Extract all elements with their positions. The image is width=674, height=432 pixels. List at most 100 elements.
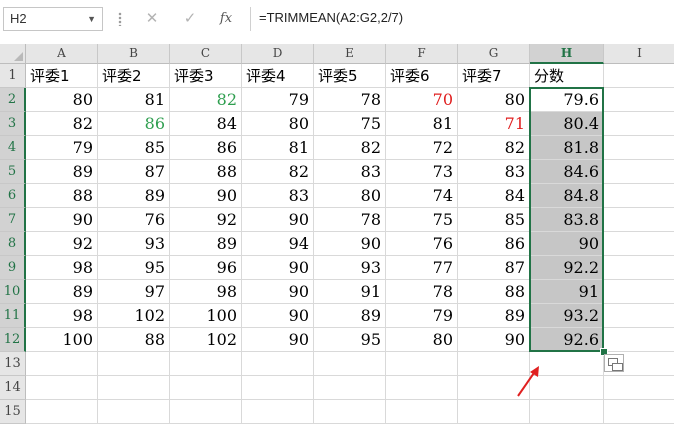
cell-d7[interactable]: 90: [242, 208, 314, 232]
cell-i1[interactable]: [604, 64, 674, 88]
cell-c8[interactable]: 89: [170, 232, 242, 256]
cell-f2[interactable]: 70: [386, 88, 458, 112]
cell-d3[interactable]: 80: [242, 112, 314, 136]
cell-c2[interactable]: 82: [170, 88, 242, 112]
cell-b5[interactable]: 87: [98, 160, 170, 184]
cell-e8[interactable]: 90: [314, 232, 386, 256]
cell-d11[interactable]: 90: [242, 304, 314, 328]
cell-i7[interactable]: [604, 208, 674, 232]
cell-d2[interactable]: 79: [242, 88, 314, 112]
cell-c12[interactable]: 102: [170, 328, 242, 352]
cell-i12[interactable]: [604, 328, 674, 352]
cell-b3[interactable]: 86: [98, 112, 170, 136]
cell-f12[interactable]: 80: [386, 328, 458, 352]
column-header-h[interactable]: H: [530, 44, 604, 64]
cell-d8[interactable]: 94: [242, 232, 314, 256]
cell-e9[interactable]: 93: [314, 256, 386, 280]
cell-h8[interactable]: 90: [530, 232, 604, 256]
cell-e11[interactable]: 89: [314, 304, 386, 328]
row-header-15[interactable]: 15: [0, 400, 26, 424]
cell-h12[interactable]: 92.6: [530, 328, 604, 352]
cell-b10[interactable]: 97: [98, 280, 170, 304]
cell-e13[interactable]: [314, 352, 386, 376]
cell-g4[interactable]: 82: [458, 136, 530, 160]
column-header-a[interactable]: A: [26, 44, 98, 64]
cell-c4[interactable]: 86: [170, 136, 242, 160]
cell-b13[interactable]: [98, 352, 170, 376]
cell-d12[interactable]: 90: [242, 328, 314, 352]
cell-f9[interactable]: 77: [386, 256, 458, 280]
cell-i4[interactable]: [604, 136, 674, 160]
cell-b9[interactable]: 95: [98, 256, 170, 280]
column-header-d[interactable]: D: [242, 44, 314, 64]
cell-f13[interactable]: [386, 352, 458, 376]
cell-g2[interactable]: 80: [458, 88, 530, 112]
cell-i9[interactable]: [604, 256, 674, 280]
cell-c13[interactable]: [170, 352, 242, 376]
column-header-f[interactable]: F: [386, 44, 458, 64]
cell-g8[interactable]: 86: [458, 232, 530, 256]
row-header-9[interactable]: 9: [0, 256, 26, 280]
cell-h10[interactable]: 91: [530, 280, 604, 304]
cell-g7[interactable]: 85: [458, 208, 530, 232]
cell-f1[interactable]: 评委6: [386, 64, 458, 88]
cell-f10[interactable]: 78: [386, 280, 458, 304]
cell-b7[interactable]: 76: [98, 208, 170, 232]
cell-c6[interactable]: 90: [170, 184, 242, 208]
cell-b12[interactable]: 88: [98, 328, 170, 352]
row-header-11[interactable]: 11: [0, 304, 26, 328]
cell-a10[interactable]: 89: [26, 280, 98, 304]
cell-b15[interactable]: [98, 400, 170, 424]
row-header-1[interactable]: 1: [0, 64, 26, 88]
cell-i8[interactable]: [604, 232, 674, 256]
row-header-2[interactable]: 2: [0, 88, 26, 112]
cell-i5[interactable]: [604, 160, 674, 184]
cell-f5[interactable]: 73: [386, 160, 458, 184]
quick-analysis-icon[interactable]: [604, 354, 624, 372]
cell-b2[interactable]: 81: [98, 88, 170, 112]
cell-f4[interactable]: 72: [386, 136, 458, 160]
cell-a2[interactable]: 80: [26, 88, 98, 112]
row-header-6[interactable]: 6: [0, 184, 26, 208]
cell-e14[interactable]: [314, 376, 386, 400]
cancel-icon[interactable]: ✕: [138, 8, 166, 30]
cell-e7[interactable]: 78: [314, 208, 386, 232]
cell-d4[interactable]: 81: [242, 136, 314, 160]
check-icon[interactable]: ✓: [176, 8, 204, 30]
cell-c3[interactable]: 84: [170, 112, 242, 136]
cell-h9[interactable]: 92.2: [530, 256, 604, 280]
cell-d6[interactable]: 83: [242, 184, 314, 208]
cell-i14[interactable]: [604, 376, 674, 400]
cell-h4[interactable]: 81.8: [530, 136, 604, 160]
cell-b4[interactable]: 85: [98, 136, 170, 160]
cell-c10[interactable]: 98: [170, 280, 242, 304]
column-header-g[interactable]: G: [458, 44, 530, 64]
cell-i15[interactable]: [604, 400, 674, 424]
cell-b14[interactable]: [98, 376, 170, 400]
cell-g12[interactable]: 90: [458, 328, 530, 352]
row-header-4[interactable]: 4: [0, 136, 26, 160]
row-header-12[interactable]: 12: [0, 328, 26, 352]
cell-d1[interactable]: 评委4: [242, 64, 314, 88]
cell-c1[interactable]: 评委3: [170, 64, 242, 88]
insert-function-icon[interactable]: fx: [212, 8, 240, 30]
cell-g1[interactable]: 评委7: [458, 64, 530, 88]
cell-a9[interactable]: 98: [26, 256, 98, 280]
cell-b6[interactable]: 89: [98, 184, 170, 208]
divider-handle[interactable]: [118, 12, 122, 26]
cell-f3[interactable]: 81: [386, 112, 458, 136]
column-header-c[interactable]: C: [170, 44, 242, 64]
cell-g6[interactable]: 84: [458, 184, 530, 208]
cell-e12[interactable]: 95: [314, 328, 386, 352]
cell-i2[interactable]: [604, 88, 674, 112]
cell-a6[interactable]: 88: [26, 184, 98, 208]
cell-i10[interactable]: [604, 280, 674, 304]
cell-h11[interactable]: 93.2: [530, 304, 604, 328]
cell-d14[interactable]: [242, 376, 314, 400]
cell-a12[interactable]: 100: [26, 328, 98, 352]
cell-i11[interactable]: [604, 304, 674, 328]
cell-g11[interactable]: 89: [458, 304, 530, 328]
cell-f14[interactable]: [386, 376, 458, 400]
cell-a5[interactable]: 89: [26, 160, 98, 184]
cell-g10[interactable]: 88: [458, 280, 530, 304]
